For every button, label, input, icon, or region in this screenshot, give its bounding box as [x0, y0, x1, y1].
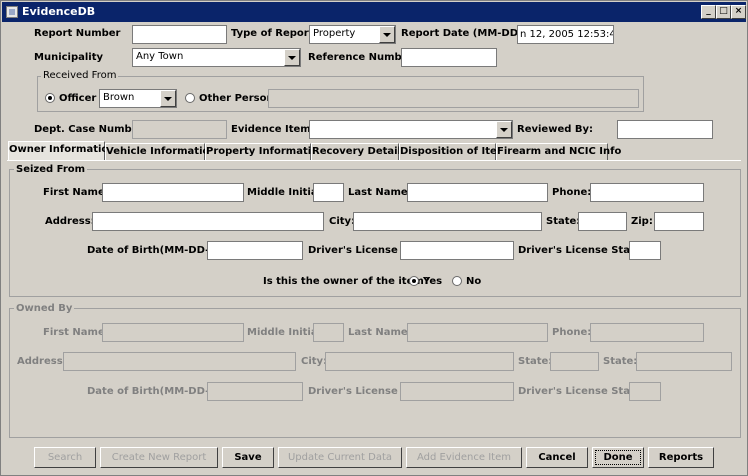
officer-select[interactable]: Brown [99, 89, 177, 108]
officer-value: Brown [103, 92, 135, 103]
report-date-input[interactable]: n 12, 2005 12:53:45 [517, 25, 614, 44]
owned-address-label: Address: [17, 356, 67, 367]
phone-label: Phone: [552, 187, 592, 198]
app-icon [6, 6, 18, 18]
done-button[interactable]: Done [592, 447, 644, 468]
chevron-down-icon[interactable] [284, 49, 300, 66]
officer-radio[interactable] [45, 93, 55, 103]
owner-no-label: No [466, 276, 482, 287]
zip-label: Zip: [631, 216, 653, 227]
tab-firearm-ncic[interactable]: Firearm and NCIC Info [496, 143, 621, 160]
owned-state-label: State: [518, 356, 553, 367]
tab-recovery-details[interactable]: Recovery Details [311, 143, 407, 160]
owned-drivers-license-state-label: Driver's License State: [518, 386, 646, 397]
close-button[interactable]: × [731, 5, 746, 19]
last-name-label: Last Name: [348, 187, 412, 198]
title-bar: EvidenceDB _ □ × [2, 2, 746, 22]
reviewed-by-label: Reviewed By: [517, 124, 594, 135]
drivers-license-state-input[interactable] [629, 241, 661, 260]
tab-vehicle-information[interactable]: Vehicle Information [105, 143, 217, 160]
dept-case-number-input[interactable] [132, 120, 227, 139]
reports-button[interactable]: Reports [648, 447, 714, 468]
received-from-label: Received From [41, 70, 119, 81]
drivers-license-input[interactable] [400, 241, 514, 260]
report-number-input[interactable] [132, 25, 227, 44]
tab-divider [7, 160, 741, 161]
municipality-select[interactable]: Any Town [132, 48, 301, 67]
reference-number-label: Reference Number [308, 52, 414, 63]
owned-drivers-license-label: Driver's License #: [308, 386, 414, 397]
minimize-button[interactable]: _ [701, 5, 716, 19]
owned-first-name-label: First Name: [43, 327, 109, 338]
municipality-value: Any Town [136, 51, 184, 62]
last-name-input[interactable] [407, 183, 548, 202]
evidence-items-select[interactable] [309, 120, 513, 139]
add-evidence-item-button[interactable]: Add Evidence Item [406, 447, 522, 468]
owner-no-radio[interactable] [452, 276, 462, 286]
owned-city-input[interactable] [325, 352, 514, 371]
chevron-down-icon[interactable] [379, 26, 395, 43]
reviewed-by-input[interactable] [617, 120, 713, 139]
drivers-license-state-label: Driver's License State: [518, 245, 646, 256]
dept-case-number-label: Dept. Case Number: [34, 124, 148, 135]
maximize-button[interactable]: □ [716, 5, 731, 19]
owned-city-label: City: [301, 356, 328, 367]
phone-input[interactable] [590, 183, 704, 202]
tab-owner-information[interactable]: Owner Information [8, 141, 115, 161]
first-name-input[interactable] [102, 183, 244, 202]
drivers-license-label: Driver's License #: [308, 245, 414, 256]
state-input[interactable] [578, 212, 627, 231]
owned-last-name-label: Last Name: [348, 327, 412, 338]
chevron-down-icon[interactable] [496, 121, 512, 138]
owned-drivers-license-input[interactable] [400, 382, 514, 401]
first-name-label: First Name: [43, 187, 109, 198]
evidence-items-label: Evidence Items: [231, 124, 321, 135]
type-of-report-label: Type of Report [231, 28, 314, 39]
municipality-label: Municipality [34, 52, 104, 63]
address-label: Address: [45, 216, 95, 227]
reference-number-input[interactable] [401, 48, 497, 67]
tab-property-information[interactable]: Property Information [205, 143, 325, 160]
owned-dob-input[interactable] [207, 382, 303, 401]
city-label: City: [329, 216, 356, 227]
search-button[interactable]: Search [34, 447, 96, 468]
cancel-button[interactable]: Cancel [526, 447, 588, 468]
type-of-report-value: Property [313, 28, 356, 39]
owned-first-name-input[interactable] [102, 323, 244, 342]
other-person-radio[interactable] [185, 93, 195, 103]
owned-phone-input[interactable] [590, 323, 704, 342]
address-input[interactable] [92, 212, 324, 231]
app-window: EvidenceDB _ □ × Report Number Type of R… [0, 0, 748, 476]
owner-question-label: Is this the owner of the item? [263, 276, 430, 287]
owned-drivers-license-state-input[interactable] [629, 382, 661, 401]
city-input[interactable] [353, 212, 542, 231]
owned-middle-initial-input[interactable] [313, 323, 344, 342]
owned-state2-label: State: [603, 356, 638, 367]
type-of-report-select[interactable]: Property [309, 25, 396, 44]
save-button[interactable]: Save [222, 447, 274, 468]
owned-state-input[interactable] [550, 352, 599, 371]
update-current-data-button[interactable]: Update Current Data [278, 447, 402, 468]
owned-address-input[interactable] [63, 352, 296, 371]
owner-yes-label: Yes [423, 276, 443, 287]
create-new-report-button[interactable]: Create New Report [100, 447, 218, 468]
owner-yes-radio[interactable] [409, 276, 419, 286]
owned-last-name-input[interactable] [407, 323, 548, 342]
zip-input[interactable] [654, 212, 704, 231]
officer-label: Officer [59, 93, 97, 104]
dob-input[interactable] [207, 241, 303, 260]
other-person-label: Other Person [199, 93, 274, 104]
seized-from-title: Seized From [14, 164, 88, 175]
middle-initial-input[interactable] [313, 183, 344, 202]
report-number-label: Report Number [34, 28, 121, 39]
tab-disposition-of-item[interactable]: Disposition of Item [399, 143, 507, 160]
chevron-down-icon[interactable] [160, 90, 176, 107]
owned-by-title: Owned By [14, 303, 75, 314]
owned-phone-label: Phone: [552, 327, 592, 338]
owned-state2-input[interactable] [636, 352, 732, 371]
other-person-input[interactable] [268, 89, 639, 108]
window-title: EvidenceDB [22, 5, 96, 18]
state-label: State: [546, 216, 581, 227]
